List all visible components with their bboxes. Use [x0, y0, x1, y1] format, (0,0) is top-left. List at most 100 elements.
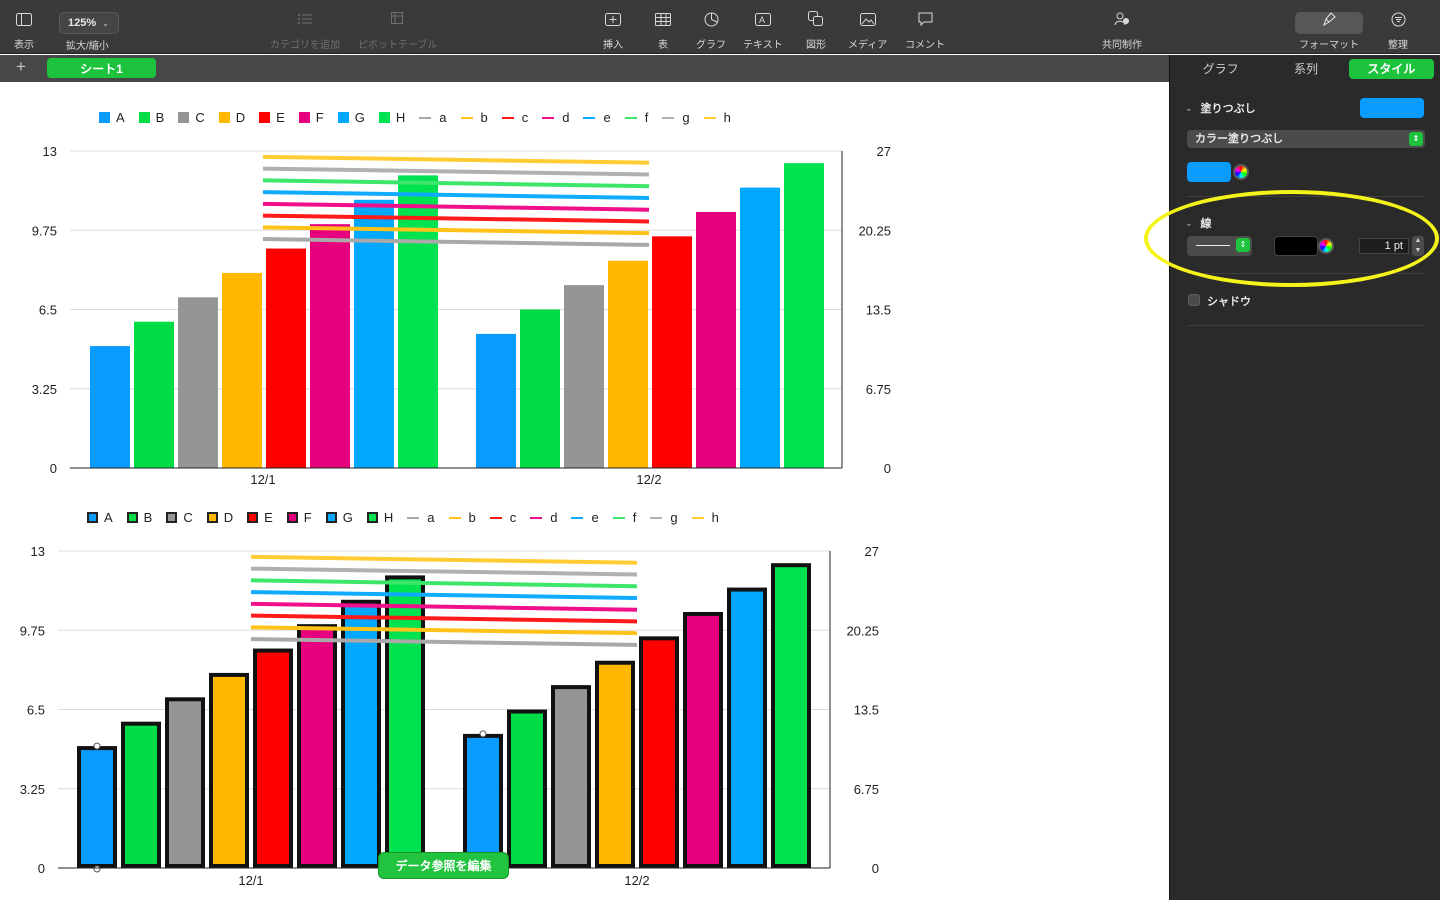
bar-G — [731, 591, 763, 864]
table-icon — [655, 8, 671, 30]
bar-D — [213, 676, 245, 864]
zoom-value: 125% — [68, 17, 97, 29]
text-button[interactable]: A テキスト — [743, 8, 783, 51]
shadow-checkbox[interactable] — [1188, 294, 1200, 306]
bar-H — [775, 567, 807, 864]
insert-button[interactable]: 挿入 — [603, 8, 623, 51]
bar-A — [467, 737, 499, 864]
pivot-table-button[interactable]: ピボットテーブル — [358, 8, 437, 51]
collaborate-button[interactable]: 共同制作 — [1102, 8, 1142, 51]
bar-A — [90, 346, 130, 468]
bar-H — [784, 163, 824, 468]
line-c — [262, 213, 650, 224]
bar-E — [257, 652, 289, 864]
stroke-width-stepper[interactable]: ▲ ▼ — [1412, 236, 1424, 256]
sheet-canvas: ABCDEFGHabcdefgh ABCDEFGHabcdefgh 0 3.25 6… — [0, 82, 1169, 900]
add-sheet-button[interactable]: + — [16, 57, 26, 77]
zoom-button-label: 拡大/縮小 — [66, 41, 109, 52]
line-g — [250, 566, 638, 577]
y2-tick-label: 27 — [877, 144, 891, 159]
bar-E — [266, 248, 306, 468]
bar-B — [520, 309, 560, 468]
bar-A — [476, 333, 516, 468]
bar-C — [564, 285, 604, 468]
view-label: 表示 — [14, 40, 34, 51]
y2-tick-label: 0 — [872, 861, 879, 876]
stroke-title: 線 — [1200, 218, 1212, 230]
bar-C — [555, 689, 587, 864]
bar-D — [608, 260, 648, 468]
shadow-label: シャドウ — [1207, 296, 1251, 308]
tab-chart[interactable]: グラフ — [1178, 59, 1263, 79]
y2-tick-label: 13.5 — [866, 303, 891, 318]
stroke-section-header[interactable]: ⌄ 線 — [1185, 215, 1212, 231]
y-tick-label: 13 — [31, 544, 45, 559]
edit-data-reference-button[interactable]: データ参照を編集 — [378, 852, 509, 879]
comment-button[interactable]: コメント — [905, 8, 945, 51]
view-button[interactable]: 表示 — [14, 8, 34, 51]
line-style-select[interactable]: ⇕ — [1187, 236, 1252, 256]
bar-H — [389, 579, 421, 864]
bar-E — [652, 236, 692, 468]
y-tick-label: 6.5 — [27, 703, 45, 718]
table-button[interactable]: 表 — [655, 8, 671, 51]
shape-icon — [808, 8, 824, 30]
chart-button[interactable]: グラフ — [696, 8, 726, 51]
organize-icon — [1391, 8, 1406, 30]
format-button[interactable]: フォーマット — [1299, 8, 1359, 51]
stroke-color-well[interactable] — [1274, 236, 1318, 256]
y2-tick-label: 6.75 — [866, 382, 891, 397]
divider — [1187, 273, 1425, 274]
y2-tick-label: 0 — [884, 461, 891, 476]
color-wheel-icon[interactable] — [1233, 164, 1249, 180]
updown-arrows-icon: ⇕ — [1409, 132, 1423, 146]
y2-tick-label: 6.75 — [854, 782, 879, 797]
fill-type-select[interactable]: カラー塗りつぶし ⇕ — [1187, 130, 1425, 148]
y-tick-label: 0 — [38, 861, 45, 876]
photo-icon — [859, 8, 876, 30]
media-button[interactable]: メディア — [848, 8, 887, 51]
fill-type-value: カラー塗りつぶし — [1195, 133, 1284, 145]
svg-text:A: A — [759, 15, 765, 25]
tab-series[interactable]: 系列 — [1263, 59, 1348, 79]
bar-D — [599, 664, 631, 864]
x-tick-label: 12/2 — [636, 472, 661, 487]
comment-icon — [918, 8, 933, 30]
x-tick-label: 12/1 — [238, 873, 263, 888]
line-f — [250, 578, 638, 589]
collaborate-icon — [1114, 8, 1130, 30]
line-c — [250, 613, 638, 624]
bar-C — [169, 701, 201, 864]
divider — [1187, 325, 1425, 326]
y-tick-label: 3.25 — [20, 782, 45, 797]
color-wheel-icon[interactable] — [1318, 238, 1334, 254]
line-h — [250, 554, 638, 565]
y-tick-label: 13 — [43, 144, 57, 159]
bar-G — [740, 187, 780, 469]
selection-handle — [93, 742, 101, 750]
bar-A — [81, 750, 113, 864]
bar-F — [687, 615, 719, 864]
pivot-icon — [390, 8, 405, 30]
shape-button[interactable]: 図形 — [806, 8, 826, 51]
insert-icon — [605, 8, 621, 30]
fill-color-swatch[interactable] — [1360, 98, 1424, 118]
stroke-width-field[interactable]: 1 pt — [1359, 238, 1409, 254]
fill-color-well[interactable] — [1187, 162, 1231, 182]
paintbrush-icon — [1322, 8, 1336, 30]
organize-button[interactable]: 整理 — [1388, 8, 1408, 51]
y2-tick-label: 20.25 — [846, 623, 879, 638]
tab-style[interactable]: スタイル — [1348, 59, 1434, 79]
sheet-tab-bar: + シート1 — [0, 55, 1169, 82]
y-tick-label: 3.25 — [32, 382, 57, 397]
y2-tick-label: 20.25 — [858, 223, 891, 238]
bar-B — [125, 725, 157, 864]
fill-section-header[interactable]: ⌄ 塗りつぶし — [1185, 100, 1256, 116]
y-tick-label: 9.75 — [32, 223, 57, 238]
sheet-tab-active[interactable]: シート1 — [47, 58, 156, 78]
add-category-button[interactable]: カテゴリを追加 — [270, 8, 340, 51]
line-d — [262, 201, 650, 212]
pie-chart-icon — [704, 8, 719, 30]
charts-canvas[interactable]: 0 3.25 6.5 9.75 13 0 6.75 13.5 20.25 27 12/1 12/2 0 3… — [0, 82, 1169, 900]
line-e — [250, 590, 638, 600]
